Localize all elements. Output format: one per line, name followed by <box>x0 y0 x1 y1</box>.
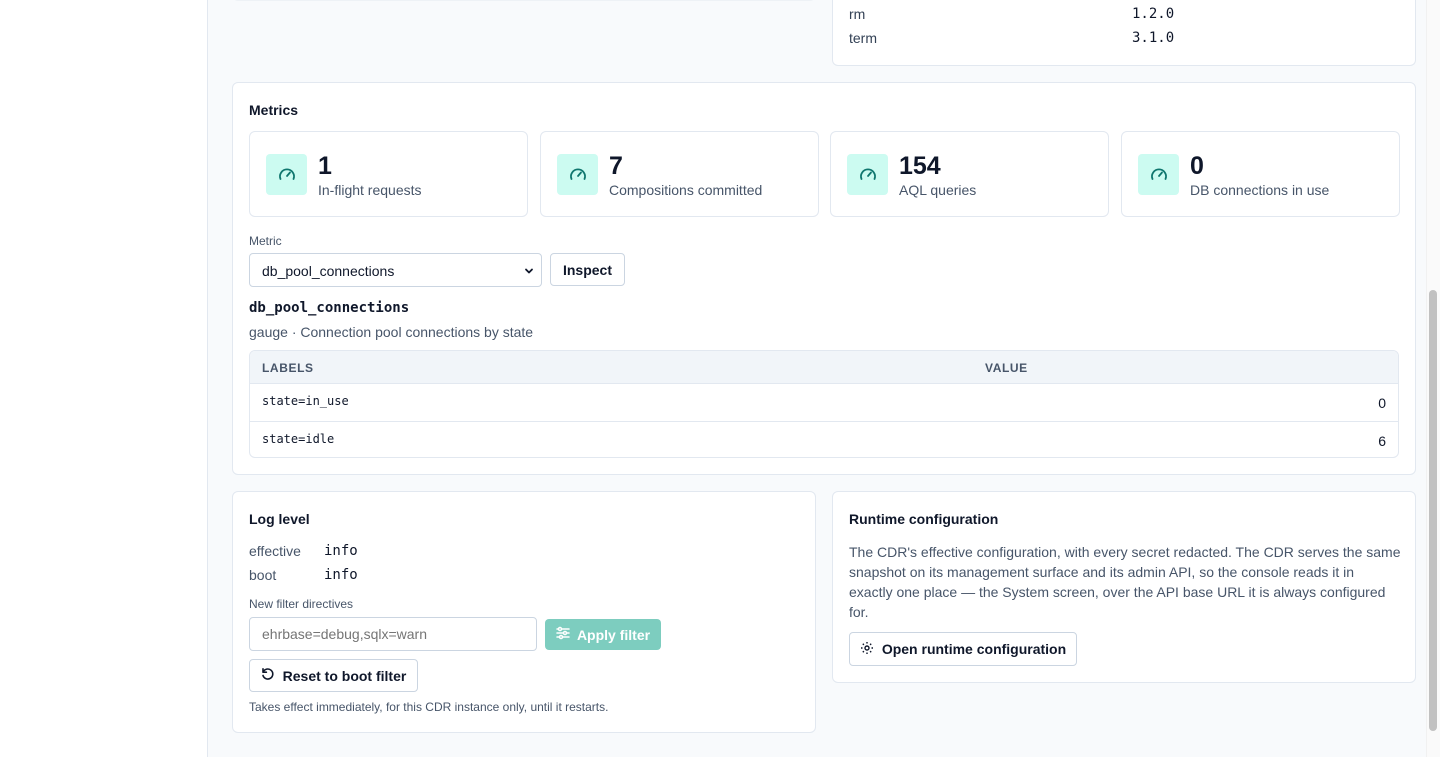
sidebar <box>0 0 208 757</box>
stat-label: In-flight requests <box>318 182 422 198</box>
effective-value: info <box>324 543 358 559</box>
version-value: 3.1.0 <box>1132 30 1175 46</box>
version-value: 1.2.0 <box>1132 6 1175 22</box>
metric-name: db_pool_connections <box>249 300 410 316</box>
boot-key: boot <box>249 567 277 583</box>
effective-key: effective <box>249 543 301 559</box>
runtime-configuration-card: Runtime configuration The CDR's effectiv… <box>832 491 1416 683</box>
column-header-labels: LABELS <box>262 361 314 375</box>
reset-boot-filter-button[interactable]: Reset to boot filter <box>249 659 418 692</box>
log-level-hint: Takes effect immediately, for this CDR i… <box>249 700 609 714</box>
scrollbar[interactable] <box>1426 0 1440 757</box>
row-value: 0 <box>1378 395 1386 411</box>
log-level-card: Log level effective info boot info New f… <box>232 491 816 733</box>
stat-card-inflight: 1 In-flight requests <box>249 131 528 217</box>
stat-label: DB connections in use <box>1190 182 1330 198</box>
metric-description: gauge · Connection pool connections by s… <box>249 324 534 340</box>
open-runtime-configuration-button[interactable]: Open runtime configuration <box>849 632 1077 666</box>
gear-icon <box>860 641 874 658</box>
column-header-value: VALUE <box>985 361 1028 375</box>
stat-value: 7 <box>609 152 623 180</box>
metric-select-value: db_pool_connections <box>262 263 395 279</box>
boot-value: info <box>324 567 358 583</box>
apply-filter-button[interactable]: Apply filter <box>545 619 661 650</box>
apply-filter-label: Apply filter <box>576 626 651 643</box>
metrics-card: Metrics 1 In-flight requests 7 Compositi… <box>232 82 1416 475</box>
stat-value: 1 <box>318 152 332 180</box>
stat-value: 154 <box>899 152 941 180</box>
stat-label: Compositions committed <box>609 182 763 198</box>
table-row: state=in_use 0 <box>250 384 1398 421</box>
row-labels: state=idle <box>262 432 335 446</box>
stat-card-compositions: 7 Compositions committed <box>540 131 819 217</box>
row-value: 6 <box>1378 433 1386 449</box>
filter-directives-label: New filter directives <box>249 597 354 611</box>
runtime-title: Runtime configuration <box>849 511 999 527</box>
metrics-title: Metrics <box>249 102 299 118</box>
gauge-icon <box>1138 154 1179 195</box>
version-name: rm <box>849 6 866 22</box>
version-name: term <box>849 30 877 46</box>
gauge-icon <box>557 154 598 195</box>
metric-select-label: Metric <box>249 234 282 248</box>
metric-table: LABELS VALUE state=in_use 0 state=idle 6 <box>249 350 1399 458</box>
gauge-icon <box>266 154 307 195</box>
stat-card-aql: 154 AQL queries <box>830 131 1109 217</box>
versions-card: rm 1.2.0 term 3.1.0 <box>832 0 1416 66</box>
previous-card-bottom <box>232 0 816 1</box>
reset-boot-filter-label: Reset to boot filter <box>282 667 407 684</box>
table-header: LABELS VALUE <box>250 351 1398 384</box>
main-content: rm 1.2.0 term 3.1.0 Metrics 1 In-flight … <box>208 0 1440 757</box>
scrollbar-thumb[interactable] <box>1429 290 1437 731</box>
chevron-down-icon <box>523 264 535 280</box>
filter-directives-input[interactable] <box>249 617 537 651</box>
stat-label: AQL queries <box>899 182 977 198</box>
row-labels: state=in_use <box>262 394 349 408</box>
open-runtime-configuration-label: Open runtime configuration <box>881 641 1067 657</box>
gauge-icon <box>847 154 888 195</box>
table-row: state=idle 6 <box>250 421 1398 457</box>
log-level-title: Log level <box>249 511 310 527</box>
runtime-description: The CDR's effective configuration, with … <box>849 544 1401 620</box>
metric-select[interactable]: db_pool_connections <box>249 253 542 287</box>
inspect-button[interactable]: Inspect <box>550 253 625 286</box>
stat-value: 0 <box>1190 152 1204 180</box>
rotate-ccw-icon <box>261 667 275 684</box>
stat-card-db-connections: 0 DB connections in use <box>1121 131 1400 217</box>
sliders-icon <box>556 626 570 643</box>
